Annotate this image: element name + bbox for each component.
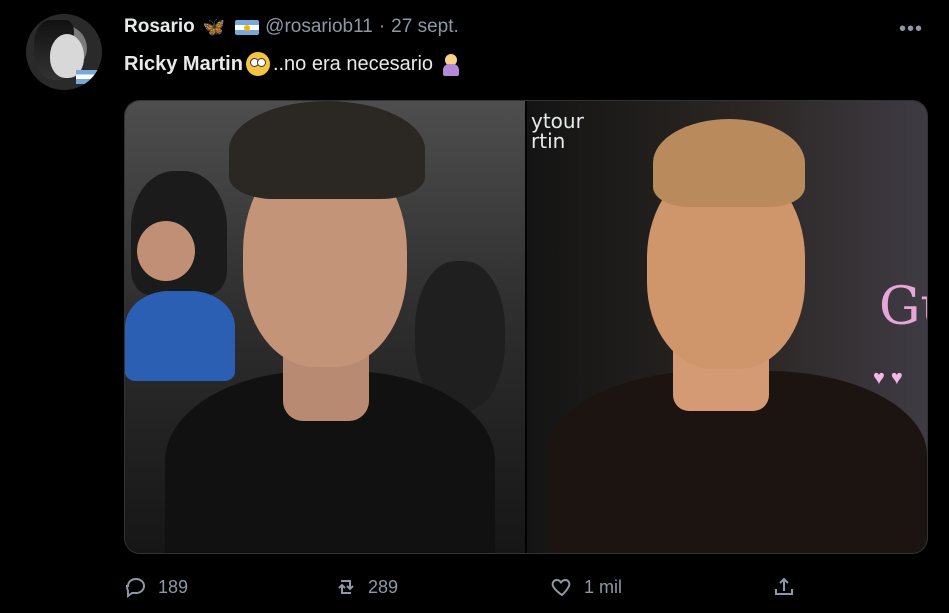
flushed-face-emoji-icon xyxy=(245,52,270,76)
emoji-body xyxy=(443,64,460,76)
right-photo-caption: ytour rtin xyxy=(531,111,584,151)
woman-facepalming-emoji-icon xyxy=(441,52,461,76)
blue-cap xyxy=(125,291,235,381)
retweet-button[interactable]: 289 xyxy=(334,575,398,599)
tweet-header: Rosario 🦋 @rosariob11 · 27 sept. xyxy=(124,14,459,40)
right-caption-line1: ytour xyxy=(531,109,584,133)
avatar-flag xyxy=(76,70,98,84)
left-man-hair xyxy=(229,101,425,199)
retweet-count: 289 xyxy=(368,576,399,597)
tweet-text: Ricky Martin ..no era necesario xyxy=(124,52,461,76)
heart-icon xyxy=(551,578,571,597)
retweet-icon xyxy=(338,580,354,594)
tweet-text-rest: ..no era necesario xyxy=(272,52,434,75)
reply-count: 189 xyxy=(158,576,189,597)
user-handle[interactable]: @rosariob11 xyxy=(265,16,373,38)
avatar[interactable] xyxy=(26,14,102,90)
tweet-date[interactable]: 27 sept. xyxy=(391,16,459,38)
more-dots-icon[interactable]: ••• xyxy=(896,14,926,44)
tweet-text-bold[interactable]: Ricky Martin xyxy=(124,53,243,76)
left-photo[interactable] xyxy=(125,101,525,553)
reply-button[interactable]: 189 xyxy=(124,575,188,599)
reply-icon xyxy=(125,577,146,598)
tweet-actions: 189 289 1 mil xyxy=(124,570,914,604)
share-button[interactable] xyxy=(772,575,796,599)
right-man-hair xyxy=(653,119,805,207)
tweet-media[interactable]: ytour rtin Gu ♥♥ xyxy=(124,100,928,554)
like-count: 1 mil xyxy=(584,576,623,597)
hearts-decoration: ♥♥ xyxy=(873,367,909,389)
display-name[interactable]: Rosario xyxy=(124,16,195,38)
butterfly-emoji-icon: 🦋 xyxy=(202,16,226,37)
argentina-flag-icon xyxy=(235,19,260,35)
pink-script-text: Gu xyxy=(879,277,927,337)
right-photo[interactable]: ytour rtin Gu ♥♥ xyxy=(527,101,927,553)
background-face xyxy=(137,221,195,281)
like-button[interactable]: 1 mil xyxy=(550,575,622,599)
right-caption-line2: rtin xyxy=(531,129,566,153)
date-separator: · xyxy=(378,16,386,37)
share-icon xyxy=(775,577,793,595)
tweet: Rosario 🦋 @rosariob11 · 27 sept. ••• Ric… xyxy=(0,0,949,613)
